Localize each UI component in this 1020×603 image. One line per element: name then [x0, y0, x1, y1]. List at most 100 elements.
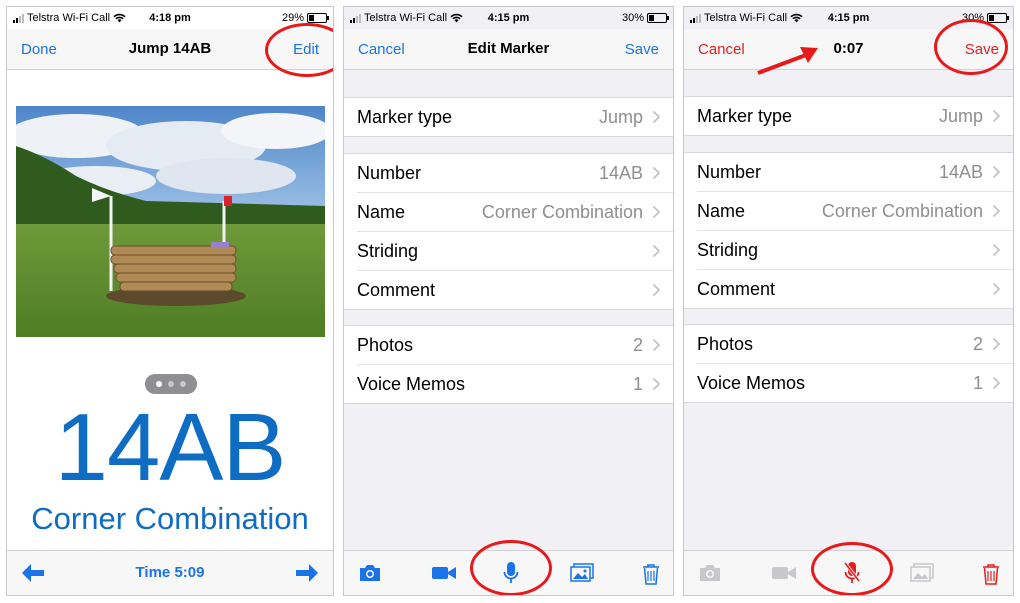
row-number[interactable]: Number 14AB: [697, 153, 1013, 192]
row-value: 14AB: [598, 163, 643, 183]
marker-details-group: Number 14AB Name Corner Combination Stri…: [344, 153, 673, 310]
screen-recording-memo: Telstra Wi-Fi Call 4:15 pm 30% Cancel 0:…: [683, 6, 1014, 596]
video-icon: [772, 567, 796, 579]
chevron-right-icon: [992, 165, 1001, 179]
row-photos[interactable]: Photos 2: [697, 325, 1013, 364]
save-highlight-circle: [934, 19, 1008, 75]
row-striding[interactable]: Striding: [357, 232, 673, 271]
row-marker-type[interactable]: Marker type Jump: [697, 97, 1013, 135]
signal-icon: [13, 13, 24, 23]
status-bar: Telstra Wi-Fi Call 4:15 pm 30%: [344, 7, 673, 29]
row-label: Number: [697, 162, 762, 182]
row-label: Name: [357, 202, 406, 222]
row-label: Comment: [357, 280, 436, 300]
row-number[interactable]: Number 14AB: [357, 154, 673, 193]
chevron-right-icon: [992, 204, 1001, 218]
row-comment[interactable]: Comment: [357, 271, 673, 309]
photo-library-icon[interactable]: [570, 563, 594, 583]
row-value: 2: [972, 334, 983, 354]
chevron-right-icon: [992, 337, 1001, 351]
bottom-bar: Time 5:09: [7, 550, 333, 595]
carrier-label: Telstra Wi-Fi Call: [27, 12, 111, 24]
battery-icon: [307, 13, 329, 23]
status-bar: Telstra Wi-Fi Call 4:18 pm 29%: [7, 7, 333, 29]
media-group: Photos 2 Voice Memos 1: [344, 325, 673, 404]
recording-timer: 0:07: [833, 40, 864, 57]
carrier-label: Telstra Wi-Fi Call: [704, 12, 788, 24]
chevron-right-icon: [652, 205, 661, 219]
row-label: Striding: [357, 241, 419, 261]
row-label: Comment: [697, 279, 776, 299]
row-name[interactable]: Name Corner Combination: [697, 192, 1013, 231]
row-value: Corner Combination: [821, 201, 983, 221]
right-arrow-icon[interactable]: [295, 563, 319, 583]
row-voice-memos[interactable]: Voice Memos 1: [697, 364, 1013, 402]
camera-icon[interactable]: [358, 563, 382, 583]
row-value: 1: [972, 373, 983, 393]
marker-type-group: Marker type Jump: [344, 97, 673, 137]
row-comment[interactable]: Comment: [697, 270, 1013, 308]
row-value: Jump: [598, 107, 643, 127]
microphone-highlight-circle: [470, 540, 552, 595]
chevron-right-icon: [652, 166, 661, 180]
wifi-icon: [113, 13, 126, 23]
red-arrow-annotation: [757, 47, 818, 75]
row-value: 2: [632, 335, 643, 355]
battery-percent: 29%: [281, 12, 304, 24]
wifi-icon: [790, 13, 803, 23]
screen-jump-detail: Telstra Wi-Fi Call 4:18 pm 29% Done Jump…: [6, 6, 334, 596]
row-label: Striding: [697, 240, 759, 260]
photo-library-icon: [910, 563, 934, 582]
row-value: Jump: [938, 106, 983, 126]
row-marker-type[interactable]: Marker type Jump: [357, 98, 673, 136]
marker-type-group: Marker type Jump: [684, 96, 1013, 136]
wifi-icon: [450, 13, 463, 23]
row-photos[interactable]: Photos 2: [357, 326, 673, 365]
chevron-right-icon: [652, 377, 661, 391]
row-label: Photos: [697, 334, 754, 354]
row-value: 1: [632, 374, 643, 394]
save-button[interactable]: Save: [625, 41, 659, 58]
cancel-button[interactable]: Cancel: [698, 41, 745, 58]
clock: 4:18 pm: [149, 12, 191, 24]
row-label: Number: [357, 163, 422, 183]
row-label: Voice Memos: [697, 373, 806, 393]
video-icon[interactable]: [431, 563, 457, 583]
page-indicator[interactable]: [145, 374, 197, 394]
chevron-right-icon: [992, 376, 1001, 390]
chevron-right-icon: [652, 244, 661, 258]
clock: 4:15 pm: [827, 12, 870, 24]
trash-icon[interactable]: [641, 563, 661, 585]
battery-icon: [987, 13, 1009, 23]
row-value: Corner Combination: [481, 202, 643, 222]
done-button[interactable]: Done: [21, 41, 57, 58]
row-voice-memos[interactable]: Voice Memos 1: [357, 365, 673, 403]
row-label: Marker type: [357, 107, 453, 127]
signal-icon: [690, 13, 701, 23]
nav-bar: Cancel Edit Marker Save: [344, 29, 673, 70]
row-name[interactable]: Name Corner Combination: [357, 193, 673, 232]
row-label: Photos: [357, 335, 414, 355]
carrier-label: Telstra Wi-Fi Call: [364, 12, 448, 24]
microphone-off-highlight-circle: [811, 542, 893, 595]
clock: 4:15 pm: [487, 12, 530, 24]
chevron-right-icon: [652, 338, 661, 352]
marker-name: Corner Combination: [31, 501, 309, 536]
marker-details-group: Number 14AB Name Corner Combination Stri…: [684, 152, 1013, 309]
trash-icon[interactable]: [981, 563, 1001, 585]
media-group: Photos 2 Voice Memos 1: [684, 324, 1013, 403]
row-striding[interactable]: Striding: [697, 231, 1013, 270]
time-label: Time 5:09: [135, 564, 205, 581]
chevron-right-icon: [652, 110, 661, 124]
screen-edit-marker: Telstra Wi-Fi Call 4:15 pm 30% Cancel Ed…: [343, 6, 674, 596]
camera-icon: [700, 565, 720, 581]
chevron-right-icon: [992, 282, 1001, 296]
row-label: Name: [697, 201, 746, 221]
cancel-button[interactable]: Cancel: [358, 41, 405, 58]
jump-photo[interactable]: [16, 106, 325, 337]
battery-icon: [647, 13, 669, 23]
page-title: Edit Marker: [467, 40, 550, 57]
row-label: Marker type: [697, 106, 793, 126]
left-arrow-icon[interactable]: [21, 563, 45, 583]
row-label: Voice Memos: [357, 374, 466, 394]
